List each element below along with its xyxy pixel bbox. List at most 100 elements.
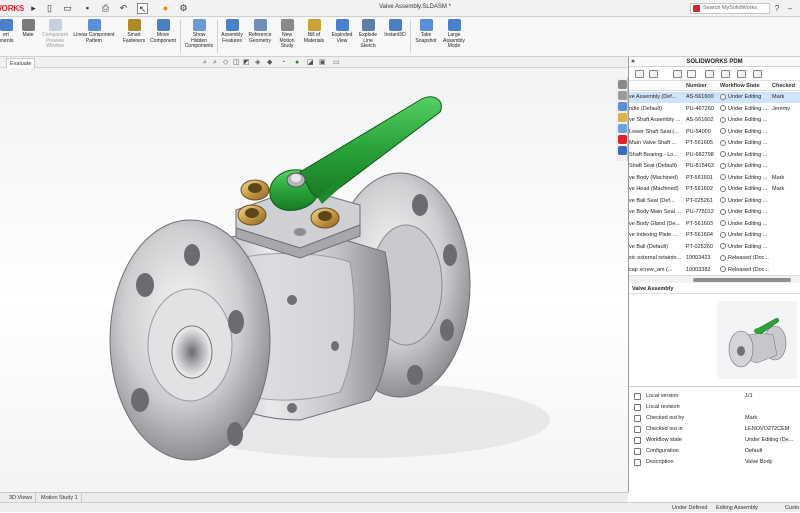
edit-appearance-icon[interactable]: ● [295,59,302,66]
smart-fasteners-button[interactable]: Smart Fasteners [119,19,149,55]
divider [410,20,411,53]
help-icon[interactable]: ? [772,3,782,14]
table-row[interactable]: ve Body Main Seal ... PU-775012 Under Edit… [629,207,800,218]
workflow-state: Under Editing ... [720,207,772,218]
table-row[interactable]: ve Body Gland (De... PT-561603 Under Editi… [629,219,800,230]
view-palette-icon[interactable] [618,124,627,133]
select-pointer-icon[interactable]: ↖ [137,3,148,14]
file-number: PT-025260 [686,243,713,250]
file-name: ve Body Gland (De... [629,220,681,227]
scrollbar-thumb[interactable] [693,278,791,282]
large-assembly-icon [447,19,461,31]
column-header-number[interactable]: Number [686,81,707,91]
search-input[interactable]: Search MySolidWorks [690,3,770,14]
display-style-icon[interactable]: ◆ [267,59,274,66]
previous-view-icon[interactable]: ◇ [223,59,230,66]
display-pane-icon[interactable]: ▭ [333,59,340,66]
move-component-button[interactable]: Move Component [148,19,178,55]
property-label: Local revision [646,404,680,410]
status-bar: Under Defined Editing Assembly Custo [0,502,800,512]
check-out-icon[interactable] [687,70,696,78]
view-orientation-icon[interactable]: ◈ [255,59,262,66]
workflow-state: Under Editing ... [720,219,772,230]
workflow-state-icon [720,116,726,123]
table-row[interactable]: ve Head (Machined) PT-561602 Under Editing… [629,184,800,195]
mate-button[interactable]: Mate [18,19,38,55]
resources-icon[interactable] [618,91,627,100]
change-state-icon[interactable] [721,70,730,78]
rebuild-icon[interactable]: ● [160,3,171,14]
valve-assembly-model[interactable] [0,68,628,492]
table-row[interactable]: Main Valve Shaft ... PT-561605 Under Editi… [629,138,800,149]
graphics-area[interactable] [0,68,628,492]
assembly-features-button[interactable]: Assembly Features [219,19,245,55]
undo-icon[interactable]: ↶ [118,3,129,14]
bolt-hole [440,319,454,341]
undo-checkout-icon[interactable] [705,70,714,78]
insert-components-button[interactable]: ert onents [0,19,16,55]
pdm-vault-icon[interactable] [618,146,627,155]
workflow-state-icon [720,93,726,100]
table-row[interactable]: ve Ball Seal (Def... PT-025261 Under Editi… [629,196,800,207]
new-document-icon[interactable]: ▯ [44,3,55,14]
explode-line-sketch-button[interactable]: Explode Line Sketch [355,19,381,55]
home-icon[interactable] [618,80,627,89]
table-row[interactable]: Shaft Bearing - Lo... PU-682798 Under Edit… [629,150,800,161]
section-view-icon[interactable]: ◫ [233,59,240,66]
horizontal-scrollbar[interactable] [629,275,800,283]
property-row: Checked out in LENOVO272CEM [629,424,800,435]
table-row[interactable]: ve Indexing Plate ... PT-561604 Under Edit… [629,230,800,241]
table-row[interactable]: Lower Shaft Seal (... PU-54000 Under Editi… [629,127,800,138]
history-icon[interactable] [737,70,746,78]
play-arrow-icon[interactable]: ▸ [28,3,39,14]
get-version-icon[interactable] [649,70,658,78]
large-assembly-mode-button[interactable]: Large Assembly Mode [440,19,468,55]
dynamic-annotation-icon[interactable]: ◩ [243,59,250,66]
pdm-toolbar [629,67,800,81]
property-row: Workflow state Under Editing (De... [629,435,800,446]
table-row[interactable]: ve Assembly (Def... AS-561600 Under Editin… [629,92,800,103]
check-in-icon[interactable] [673,70,682,78]
table-row[interactable]: ve Body (Machined) PT-561601 Under Editing… [629,173,800,184]
solidworks-logo[interactable]: SOLIDWORKS [0,2,24,15]
print-icon[interactable]: ⎙ [100,3,111,14]
tab-evaluate[interactable]: Evaluate [6,58,36,68]
workflow-state-icon [720,266,726,273]
component-preview-window-button[interactable]: Component Preview Window [38,19,72,55]
table-row[interactable]: Shaft Seal (Default) PU-815463 Under Editi… [629,161,800,172]
table-row[interactable]: ndle (Default) PU-467260 Under Editing ...… [629,104,800,115]
collapse-icon[interactable]: » [631,57,635,67]
exploded-view-button[interactable]: Exploded View [329,19,355,55]
view-settings-icon[interactable]: ▣ [319,59,326,66]
bolt-hole [412,194,428,216]
workflow-state-icon [720,243,726,250]
new-motion-study-button[interactable]: New Motion Study [275,19,299,55]
workflow-state: Under Editing ... [720,115,772,126]
save-icon[interactable]: ▪ [82,3,93,14]
linear-pattern-button[interactable]: Linear Component Pattern [70,19,118,55]
table-row[interactable]: sic external retainin... 10003423 Released… [629,253,800,264]
file-number: PT-561604 [686,232,713,238]
design-library-icon[interactable] [618,102,627,111]
zoom-to-fit-icon[interactable]: ⌕ [203,59,210,66]
instant3d-button[interactable]: Instant3D [381,19,409,55]
apply-scene-icon[interactable]: ◪ [307,59,314,66]
zoom-area-icon[interactable]: ⌕ [213,59,220,66]
table-row[interactable]: ve Ball (Default) PT-025260 Under Editing … [629,242,800,253]
bill-of-materials-button[interactable]: Bill of Materials [300,19,328,55]
minimize-icon[interactable]: – [785,3,795,14]
properties-icon[interactable] [753,70,762,78]
hide-show-items-icon[interactable]: ◔ [281,59,288,66]
open-folder-icon[interactable]: ▭ [62,3,73,14]
reference-geometry-button[interactable]: Reference Geometry [246,19,274,55]
file-explorer-icon[interactable] [618,113,627,122]
take-snapshot-button[interactable]: Take Snapshot [412,19,440,55]
table-row[interactable]: ve Shaft Assembly ... AS-561602 Under Edit… [629,115,800,126]
options-gear-icon[interactable]: ⚙ [178,3,189,14]
file-name: ndle (Default) [629,105,663,112]
column-header-workflow-state[interactable]: Workflow State [720,81,760,91]
refresh-icon[interactable] [635,70,644,78]
show-hidden-components-button[interactable]: Show Hidden Components [182,19,216,55]
table-row[interactable]: cap screw_am (... 10003382 Released (Doc..… [629,265,800,276]
appearances-icon[interactable] [618,135,627,144]
